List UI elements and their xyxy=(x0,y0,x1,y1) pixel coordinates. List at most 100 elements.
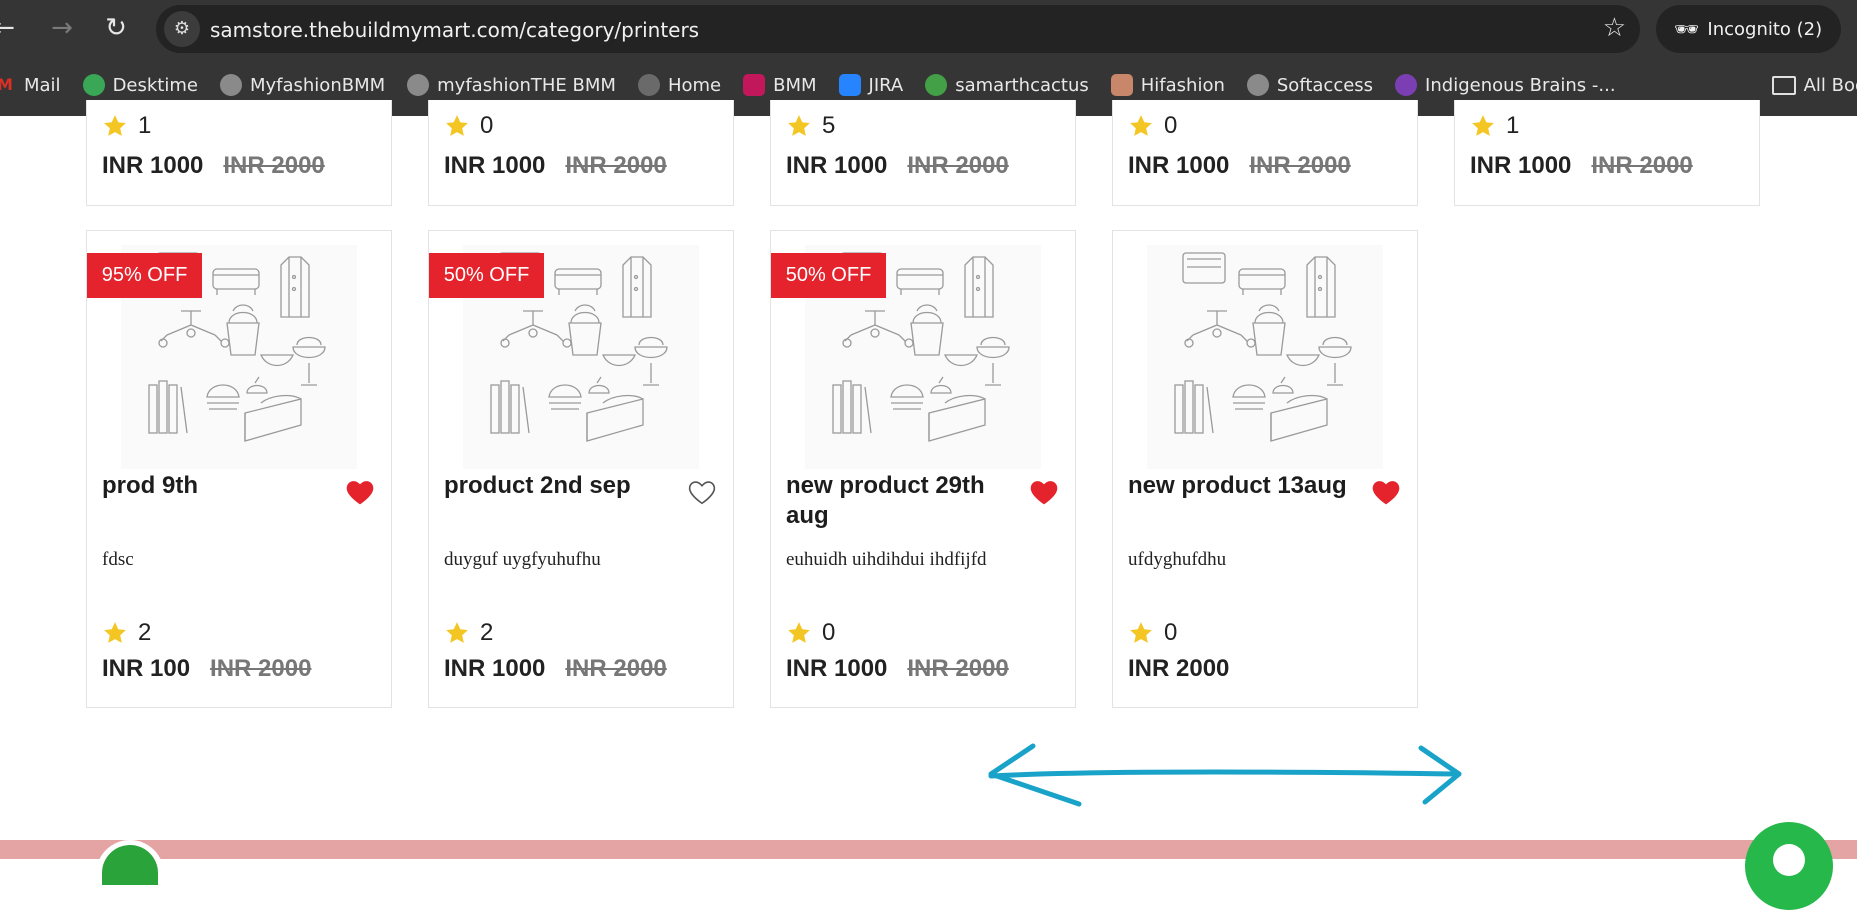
rating: 1 xyxy=(1470,112,1519,140)
product-card[interactable]: 95% OFF prod 9th fdsc 2 INR 100 INR 2000 xyxy=(86,230,392,708)
product-card[interactable]: 50% OFF product 2nd sep duyguf uygfyuhuf… xyxy=(428,230,734,708)
product-card[interactable]: new product 13aug ufdyghufdhu 0 INR 2000 xyxy=(1112,230,1418,708)
footer-band xyxy=(0,840,1857,859)
favorite-heart-outline-icon[interactable] xyxy=(687,477,717,507)
price-current: INR 1000 xyxy=(1128,152,1230,179)
bookmark-label: Mail xyxy=(24,74,61,96)
rating: 2 xyxy=(444,619,493,647)
price: INR 2000 xyxy=(1128,655,1229,683)
product-card[interactable]: 50% OFF new product 29th aug euhuidh uih… xyxy=(770,230,1076,708)
forward-icon[interactable]: → xyxy=(44,10,80,46)
price: INR 1000 INR 2000 xyxy=(786,152,1009,180)
bookmark-home[interactable]: Home xyxy=(637,74,721,96)
gmail-icon: M xyxy=(0,75,13,94)
bookmark-star-icon[interactable]: ☆ xyxy=(1603,13,1626,43)
bookmark-indigenous-brains[interactable]: Indigenous Brains -... xyxy=(1395,74,1616,96)
reload-icon[interactable]: ↻ xyxy=(98,10,134,46)
price: INR 1000 INR 2000 xyxy=(786,655,1009,683)
bookmark-label: JIRA xyxy=(868,74,904,96)
globe-icon xyxy=(407,74,430,96)
star-icon xyxy=(104,622,126,643)
url-text[interactable]: samstore.thebuildmymart.com/category/pri… xyxy=(210,18,699,42)
bookmark-mail[interactable]: M Mail xyxy=(0,74,61,96)
favorite-heart-icon[interactable] xyxy=(1371,477,1401,507)
chat-icon xyxy=(1773,844,1805,876)
star-icon xyxy=(446,622,468,643)
back-icon[interactable]: ← xyxy=(0,10,22,46)
product-card[interactable]: 1 INR 1000 INR 2000 xyxy=(1454,100,1760,206)
bookmark-jira[interactable]: JIRA xyxy=(838,74,904,96)
bookmark-myfashionbmm[interactable]: MyfashionBMM xyxy=(219,74,385,96)
product-image[interactable] xyxy=(1147,245,1383,469)
product-card[interactable]: 5 INR 1000 INR 2000 xyxy=(770,100,1076,206)
price: INR 1000 INR 2000 xyxy=(444,152,667,180)
rating: 2 xyxy=(102,619,151,647)
bookmark-label: Indigenous Brains -... xyxy=(1425,74,1616,96)
rating-value: 1 xyxy=(138,112,152,139)
bookmark-label: Hifashion xyxy=(1140,74,1225,96)
price-current: INR 1000 xyxy=(444,655,546,682)
product-description: duyguf uygfyuhufhu xyxy=(444,549,601,570)
incognito-icon: 🕶 xyxy=(1674,17,1700,41)
globe-icon xyxy=(1246,74,1269,96)
bookmark-label: Softaccess xyxy=(1276,74,1374,96)
product-name[interactable]: product 2nd sep xyxy=(444,471,664,501)
all-bookmarks-label: All Bookmarks xyxy=(1803,74,1857,96)
price-original: INR 2000 xyxy=(1249,152,1351,179)
globe-icon xyxy=(637,74,660,96)
globe-icon xyxy=(219,74,242,96)
browser-chrome: ← → ↻ ⚙ samstore.thebuildmymart.com/cate… xyxy=(0,0,1857,116)
bookmark-label: samarthcactus xyxy=(955,74,1089,96)
price: INR 1000 INR 2000 xyxy=(1128,152,1351,180)
bookmark-label: Desktime xyxy=(112,74,198,96)
address-bar[interactable]: ⚙ samstore.thebuildmymart.com/category/p… xyxy=(156,5,1640,53)
bmm-icon xyxy=(743,74,766,96)
price: INR 1000 INR 2000 xyxy=(1470,152,1693,180)
price-current: INR 1000 xyxy=(102,152,204,179)
bookmarks-bar: M Mail Desktime MyfashionBMM myfashionTH… xyxy=(0,66,1857,104)
price-original: INR 2000 xyxy=(565,152,667,179)
incognito-button[interactable]: 🕶 Incognito (2) xyxy=(1656,5,1841,53)
rating-value: 5 xyxy=(822,112,836,139)
price-original: INR 2000 xyxy=(223,152,325,179)
product-card[interactable]: 0 INR 1000 INR 2000 xyxy=(1112,100,1418,206)
bookmark-label: myfashionTHE BMM xyxy=(437,74,616,96)
bookmark-myfashionthebmm[interactable]: myfashionTHE BMM xyxy=(407,74,616,96)
bookmark-samarthcactus[interactable]: samarthcactus xyxy=(925,74,1089,96)
rating: 0 xyxy=(444,112,493,140)
cactus-icon xyxy=(925,74,948,96)
rating: 1 xyxy=(102,112,151,140)
rating-value: 0 xyxy=(480,112,494,139)
price-current: INR 100 xyxy=(102,655,191,682)
folder-icon xyxy=(1771,75,1796,95)
product-description: ufdyghufdhu xyxy=(1128,549,1227,570)
all-bookmarks-button[interactable]: All Bookmarks xyxy=(1771,74,1857,96)
rating: 0 xyxy=(1128,619,1177,647)
product-name[interactable]: new product 29th aug xyxy=(786,471,1006,531)
star-icon xyxy=(1472,115,1494,136)
bookmark-hifashion[interactable]: Hifashion xyxy=(1110,74,1225,96)
product-card[interactable]: 1 INR 1000 INR 2000 xyxy=(86,100,392,206)
price: INR 1000 INR 2000 xyxy=(444,655,667,683)
site-info-icon[interactable]: ⚙ xyxy=(164,11,200,47)
rating-value: 2 xyxy=(138,619,152,646)
rating: 0 xyxy=(1128,112,1177,140)
chat-button[interactable] xyxy=(1745,822,1833,910)
rating: 5 xyxy=(786,112,835,140)
product-name[interactable]: new product 13aug xyxy=(1128,471,1348,501)
price-current: INR 1000 xyxy=(1470,152,1572,179)
favorite-heart-icon[interactable] xyxy=(345,477,375,507)
product-name[interactable]: prod 9th xyxy=(102,471,322,501)
bookmark-softaccess[interactable]: Softaccess xyxy=(1246,74,1374,96)
rating-value: 0 xyxy=(1164,112,1178,139)
favorite-heart-icon[interactable] xyxy=(1029,477,1059,507)
price-original: INR 2000 xyxy=(907,655,1009,682)
bookmark-bmm[interactable]: BMM xyxy=(743,74,817,96)
product-card[interactable]: 0 INR 1000 INR 2000 xyxy=(428,100,734,206)
discount-badge: 95% OFF xyxy=(87,253,202,298)
bookmark-desktime[interactable]: Desktime xyxy=(82,74,198,96)
star-icon xyxy=(1130,622,1152,643)
star-icon xyxy=(446,115,468,136)
price: INR 1000 INR 2000 xyxy=(102,152,325,180)
price: INR 100 INR 2000 xyxy=(102,655,311,683)
